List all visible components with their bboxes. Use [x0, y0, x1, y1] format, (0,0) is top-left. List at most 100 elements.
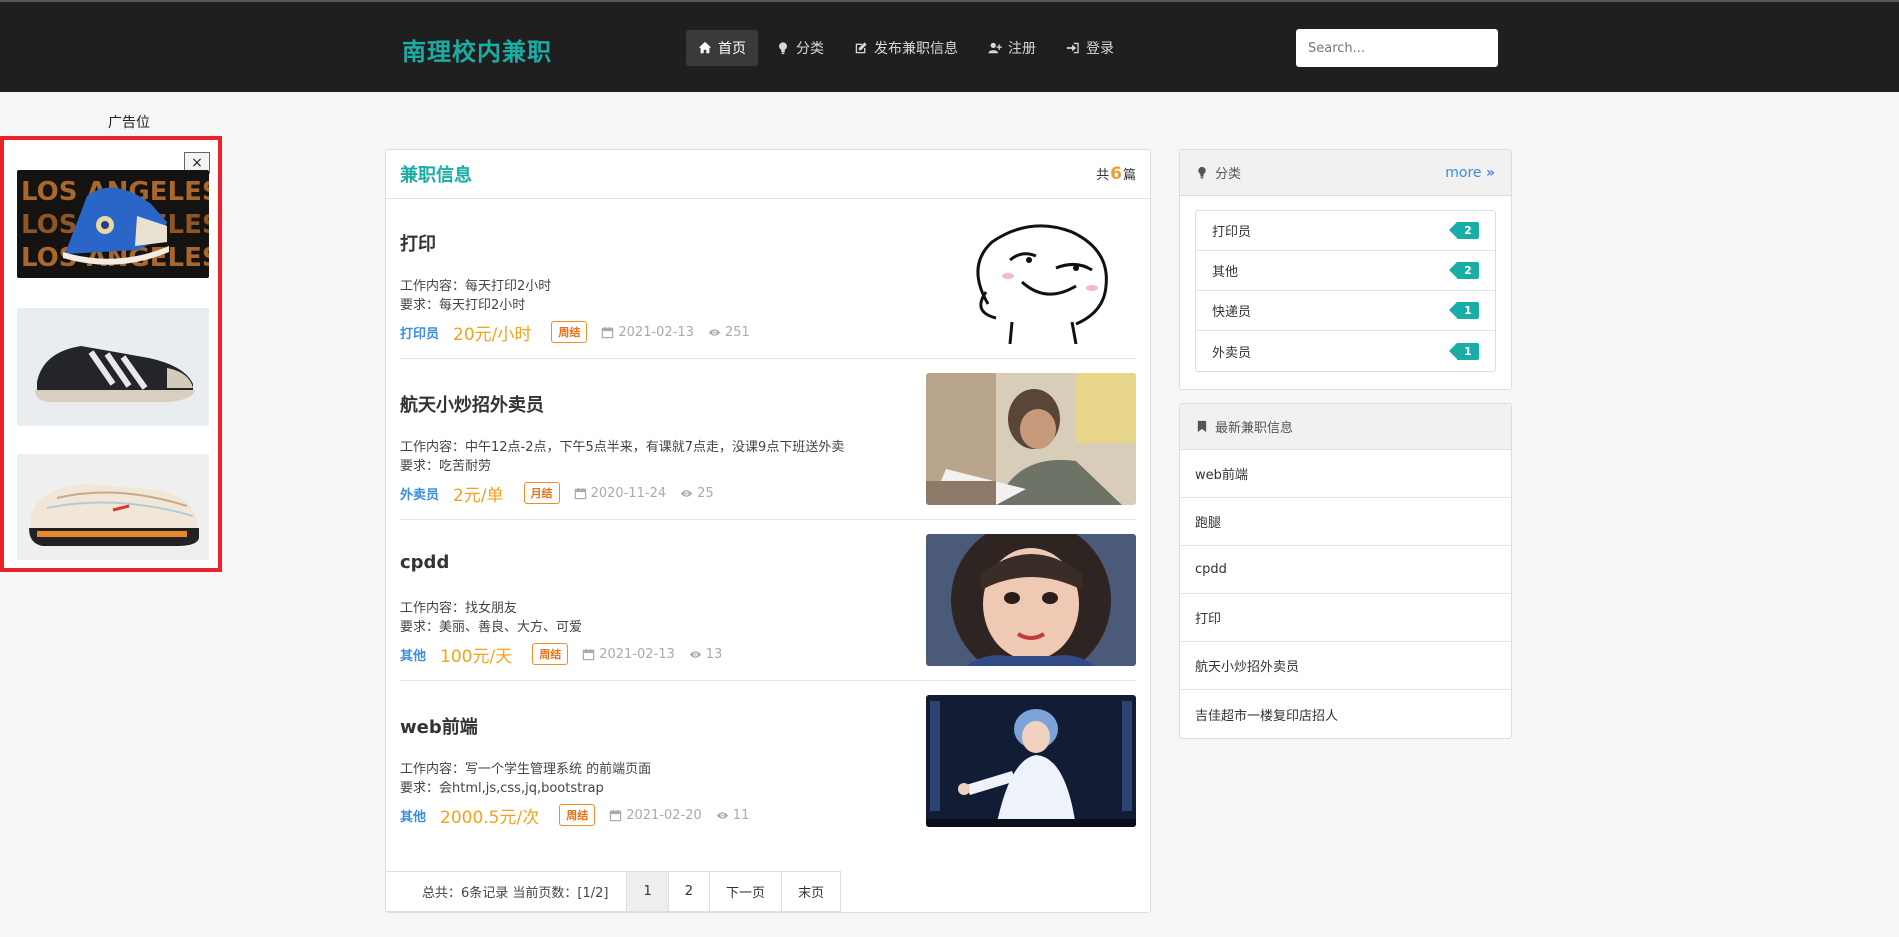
category-panel: 分类 more » 打印员 2 其他 2 快递员 1 外卖员 1	[1179, 149, 1512, 390]
job-category-link[interactable]: 打印员	[400, 323, 439, 342]
user-plus-icon	[988, 42, 1002, 54]
category-item[interactable]: 其他 2	[1196, 251, 1495, 291]
job-list-title: 兼职信息	[400, 165, 472, 186]
latest-job-link[interactable]: 打印	[1180, 594, 1511, 642]
ad-image-airmax-art	[17, 454, 209, 560]
ad-image-converse[interactable]: LOS ANGELES LOS ANGELES LOS ANGELES	[17, 170, 209, 278]
job-thumbnail[interactable]	[926, 373, 1136, 505]
page-1-button[interactable]: 1	[626, 872, 668, 911]
lightbulb-icon	[779, 42, 787, 55]
nav-post-job[interactable]: 发布兼职信息	[842, 30, 970, 66]
job-views-count: 25	[697, 485, 714, 501]
category-count-badge: 1	[1449, 302, 1479, 319]
category-more-text: more	[1445, 164, 1482, 181]
latest-job-link[interactable]: 航天小炒招外卖员	[1180, 642, 1511, 690]
job-thumbnail[interactable]	[926, 534, 1136, 666]
category-item[interactable]: 打印员 2	[1196, 211, 1495, 251]
nav-post-job-label: 发布兼职信息	[874, 41, 958, 57]
job-date-text: 2020-11-24	[590, 485, 667, 501]
site-brand[interactable]: 南理校内兼职	[402, 32, 552, 67]
ad-label: 广告位	[108, 115, 150, 131]
job-thumbnail[interactable]	[926, 695, 1136, 827]
job-requirement: 要求：美丽、善良、大方、可爱	[400, 620, 583, 635]
portrait-image	[926, 534, 1136, 666]
category-list: 打印员 2 其他 2 快递员 1 外卖员 1	[1195, 210, 1496, 372]
edit-icon	[855, 42, 867, 54]
job-count-number: 6	[1110, 164, 1122, 184]
job-title[interactable]: web前端	[400, 713, 478, 739]
nav-register[interactable]: 注册	[976, 30, 1048, 66]
category-item[interactable]: 快递员 1	[1196, 291, 1495, 331]
job-category-link[interactable]: 外卖员	[400, 484, 439, 503]
job-views-count: 11	[732, 807, 750, 823]
job-pay-tag: 周结	[559, 804, 596, 826]
job-title[interactable]: 打印	[400, 230, 436, 256]
last-page-button[interactable]: 末页	[781, 872, 841, 911]
job-meta: 打印员 20元/小时 周结 2021-02-13 251	[400, 320, 764, 345]
category-count-badge: 2	[1449, 262, 1479, 279]
nav-categories-label: 分类	[796, 41, 824, 57]
job-date: 2021-02-20	[609, 808, 702, 823]
category-item[interactable]: 外卖员 1	[1196, 331, 1495, 371]
nav-categories[interactable]: 分类	[764, 30, 836, 66]
job-views: 251	[708, 325, 750, 340]
calendar-icon	[574, 487, 586, 499]
ad-image-adidas[interactable]	[17, 308, 209, 426]
job-thumbnail[interactable]	[926, 212, 1136, 344]
page-2-button[interactable]: 2	[667, 872, 710, 911]
job-salary: 20元/小时	[453, 324, 532, 345]
job-date-text: 2021-02-13	[599, 646, 675, 662]
job-date: 2021-02-13	[601, 325, 694, 340]
job-category-link[interactable]: 其他	[400, 645, 426, 664]
job-requirement: 要求：每天打印2小时	[400, 298, 526, 313]
category-count-badge: 1	[1449, 342, 1479, 360]
lightbulb-icon	[1198, 166, 1206, 179]
nav-login-label: 登录	[1086, 41, 1114, 57]
next-page-button[interactable]: 下一页	[709, 872, 782, 911]
job-views-count: 13	[705, 646, 723, 662]
latest-job-link[interactable]: web前端	[1180, 450, 1511, 498]
search-input[interactable]	[1296, 30, 1490, 66]
job-pay-tag: 周结	[551, 321, 588, 343]
calendar-icon	[602, 326, 614, 338]
job-count-prefix: 共	[1096, 168, 1110, 183]
latest-jobs-header: 最新兼职信息	[1180, 404, 1511, 450]
nav-home[interactable]: 首页	[686, 30, 758, 66]
home-icon	[698, 41, 712, 54]
job-title[interactable]: 航天小炒招外卖员	[400, 391, 544, 417]
eye-icon	[689, 650, 701, 658]
category-name: 其他	[1212, 265, 1239, 280]
bookmark-icon	[1197, 420, 1207, 433]
category-name: 快递员	[1212, 305, 1252, 320]
ad-image-airmax[interactable]	[17, 454, 209, 560]
job-meta: 外卖员 2元/单 月结 2020-11-24 25	[400, 481, 728, 506]
desktop-screenshot-image	[926, 695, 1136, 827]
category-panel-title: 分类	[1196, 163, 1241, 182]
category-panel-title-text: 分类	[1215, 167, 1242, 182]
job-list-header: 兼职信息 共6篇	[386, 150, 1150, 199]
main-nav: 首页 分类 发布兼职信息 注册 登录	[686, 30, 1132, 66]
job-date: 2021-02-13	[582, 647, 675, 662]
latest-job-link[interactable]: 跑腿	[1180, 498, 1511, 546]
job-meta: 其他 2000.5元/次 周结 2021-02-20 11	[400, 803, 763, 828]
job-category-link[interactable]: 其他	[400, 806, 426, 825]
job-salary: 100元/天	[440, 646, 513, 667]
calendar-icon	[610, 809, 622, 821]
category-name: 打印员	[1212, 225, 1252, 240]
eye-icon	[680, 489, 693, 497]
latest-job-link[interactable]: cpdd	[1180, 546, 1511, 594]
job-views: 13	[689, 646, 723, 662]
job-views: 25	[680, 486, 714, 501]
latest-job-link[interactable]: 吉佳超市一楼复印店招人	[1180, 690, 1511, 738]
double-chevron-right-icon: »	[1485, 164, 1495, 181]
job-requirement: 要求：吃苦耐劳	[400, 459, 492, 474]
job-title[interactable]: cpdd	[400, 552, 449, 573]
category-more-link[interactable]: more »	[1445, 165, 1495, 181]
ad-image-converse-art: LOS ANGELES LOS ANGELES LOS ANGELES	[17, 170, 209, 278]
job-date-text: 2021-02-13	[618, 324, 694, 340]
eye-icon	[708, 328, 721, 336]
job-count-suffix: 篇	[1122, 168, 1136, 183]
nav-login[interactable]: 登录	[1054, 30, 1126, 66]
calendar-icon	[582, 648, 595, 660]
latest-jobs-title: 最新兼职信息	[1196, 417, 1293, 436]
